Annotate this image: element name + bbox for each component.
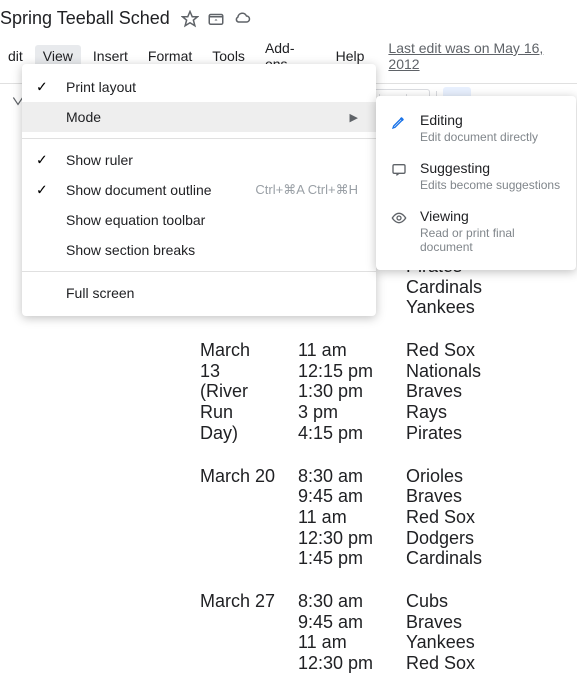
time-cell: 12:30 pm xyxy=(298,653,392,674)
menu-show-section-breaks[interactable]: Show section breaks xyxy=(22,235,376,265)
team-cell: Yankees xyxy=(406,632,577,653)
date-cell: March 27 xyxy=(200,591,284,612)
menu-label: Show equation toolbar xyxy=(66,212,205,228)
mode-suggesting[interactable]: Suggesting Edits become suggestions xyxy=(376,152,576,200)
time-cell: 9:45 am xyxy=(298,612,392,633)
menu-label: Mode xyxy=(66,109,101,125)
mode-editing[interactable]: Editing Edit document directly xyxy=(376,104,576,152)
menu-mode[interactable]: Mode ▶ xyxy=(22,102,376,132)
schedule-row: March 27 8:30 am 9:45 am 11 am 12:30 pm … xyxy=(200,591,577,674)
menu-print-layout[interactable]: ✓ Print layout xyxy=(22,72,376,102)
date-cell: Day) xyxy=(200,423,284,444)
team-cell: Nationals xyxy=(406,361,577,382)
time-cell: 1:30 pm xyxy=(298,381,392,402)
menu-label: Full screen xyxy=(66,285,134,301)
date-cell: 13 xyxy=(200,361,284,382)
submenu-title: Suggesting xyxy=(420,160,560,176)
date-cell: (River xyxy=(200,381,284,402)
view-dropdown: ✓ Print layout Mode ▶ ✓ Show ruler ✓ Sho… xyxy=(22,64,376,316)
time-cell: 11 am xyxy=(298,632,392,653)
eye-icon xyxy=(390,209,408,227)
pencil-icon xyxy=(390,113,408,131)
date-cell: March xyxy=(200,340,284,361)
check-icon: ✓ xyxy=(36,182,48,199)
date-cell: March 20 xyxy=(200,466,284,487)
menu-label: Show document outline xyxy=(66,182,212,198)
menu-show-ruler[interactable]: ✓ Show ruler xyxy=(22,145,376,175)
menu-show-equation-toolbar[interactable]: Show equation toolbar xyxy=(22,205,376,235)
menu-label: Print layout xyxy=(66,79,136,95)
team-cell: Red Sox xyxy=(406,507,577,528)
submenu-desc: Edits become suggestions xyxy=(420,178,560,192)
menu-separator xyxy=(22,138,376,139)
team-cell: Cubs xyxy=(406,591,577,612)
menu-shortcut: Ctrl+⌘A Ctrl+⌘H xyxy=(255,182,358,198)
mode-submenu: Editing Edit document directly Suggestin… xyxy=(376,96,576,270)
submenu-title: Viewing xyxy=(420,208,562,224)
team-cell: Red Sox xyxy=(406,340,577,361)
check-icon: ✓ xyxy=(36,152,48,169)
time-cell: 9:45 am xyxy=(298,486,392,507)
time-cell: 4:15 pm xyxy=(298,423,392,444)
time-cell: 11 am xyxy=(298,340,392,361)
menu-label: Show ruler xyxy=(66,152,133,168)
team-cell: Red Sox xyxy=(406,653,577,674)
team-cell: Orioles xyxy=(406,466,577,487)
time-cell: 12:15 pm xyxy=(298,361,392,382)
comment-icon xyxy=(390,161,408,179)
cloud-icon[interactable] xyxy=(232,9,252,29)
title-icons xyxy=(180,9,252,29)
menu-separator xyxy=(22,271,376,272)
doc-title[interactable]: Spring Teeball Sched xyxy=(0,8,170,29)
mode-viewing[interactable]: Viewing Read or print final document xyxy=(376,200,576,262)
menu-full-screen[interactable]: Full screen xyxy=(22,278,376,308)
last-edit-link[interactable]: Last edit was on May 16, 2012 xyxy=(388,40,573,72)
time-cell: 3 pm xyxy=(298,402,392,423)
team-cell: Cardinals xyxy=(406,277,577,298)
time-cell: 8:30 am xyxy=(298,591,392,612)
time-cell: 1:45 pm xyxy=(298,548,392,569)
date-cell: Run xyxy=(200,402,284,423)
time-cell: 11 am xyxy=(298,507,392,528)
check-icon: ✓ xyxy=(36,79,48,96)
star-icon[interactable] xyxy=(180,9,200,29)
title-bar: Spring Teeball Sched xyxy=(0,0,577,33)
schedule-row: March 20 8:30 am 9:45 am 11 am 12:30 pm … xyxy=(200,466,577,569)
menu-show-outline[interactable]: ✓ Show document outline Ctrl+⌘A Ctrl+⌘H xyxy=(22,175,376,205)
time-cell: 8:30 am xyxy=(298,466,392,487)
team-cell: Braves xyxy=(406,486,577,507)
team-cell: Rays xyxy=(406,402,577,423)
team-cell: Cardinals xyxy=(406,548,577,569)
submenu-desc: Edit document directly xyxy=(420,130,538,144)
team-cell: Dodgers xyxy=(406,528,577,549)
menu-label: Show section breaks xyxy=(66,242,195,258)
move-icon[interactable] xyxy=(206,9,226,29)
team-cell: Braves xyxy=(406,381,577,402)
team-cell: Yankees xyxy=(406,297,577,318)
time-cell: 12:30 pm xyxy=(298,528,392,549)
team-cell: Pirates xyxy=(406,423,577,444)
submenu-desc: Read or print final document xyxy=(420,226,562,254)
submenu-title: Editing xyxy=(420,112,538,128)
chevron-right-icon: ▶ xyxy=(350,111,358,124)
schedule-row: March 13 (River Run Day) 11 am 12:15 pm … xyxy=(200,340,577,443)
team-cell: Braves xyxy=(406,612,577,633)
